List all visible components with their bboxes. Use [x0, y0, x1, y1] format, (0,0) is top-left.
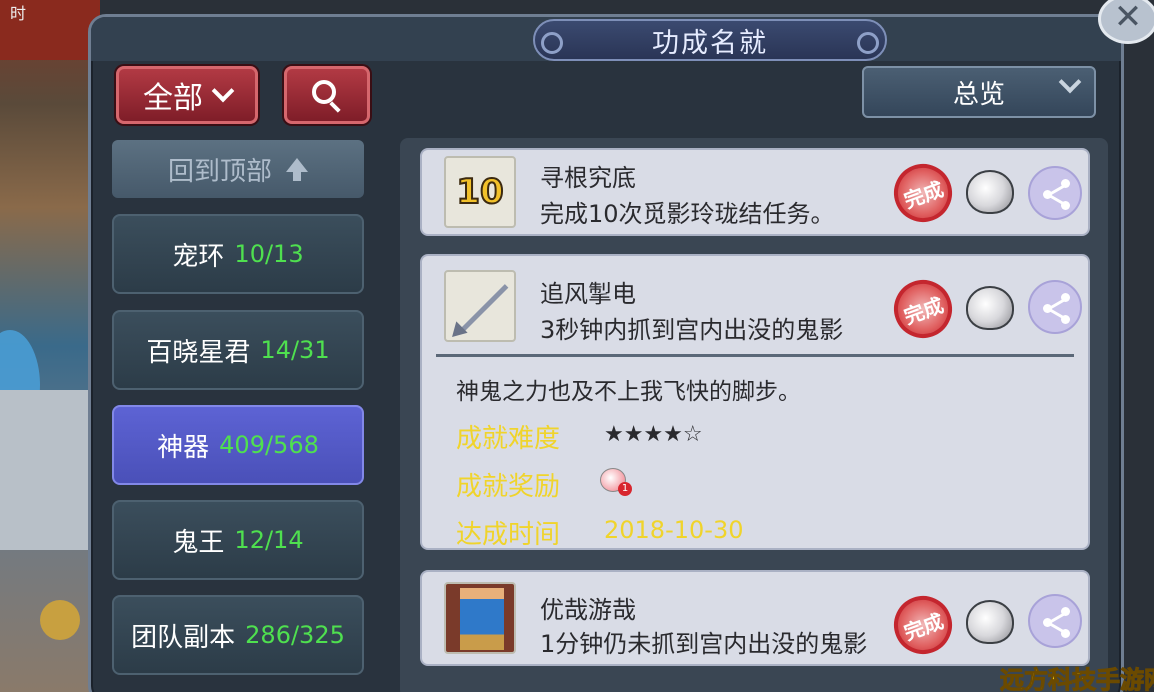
completed-seal-icon: 完成 [885, 155, 961, 231]
difficulty-stars: ★★★★☆ [604, 422, 703, 447]
achievement-name: 优哉游哉 [540, 596, 636, 624]
site-watermark: 远方科技手游网 [1000, 666, 1154, 692]
back-to-top-label: 回到顶部 [167, 156, 272, 187]
stone-tower [0, 390, 90, 550]
share-button[interactable] [1028, 280, 1082, 334]
back-to-top-button[interactable]: 回到顶部 [112, 140, 364, 198]
filter-label: 全部 [143, 81, 203, 116]
peach-reward-icon [966, 170, 1014, 214]
achievement-name: 寻根究底 [540, 164, 636, 192]
arrow-up-icon [286, 158, 308, 181]
achievement-card[interactable]: 10 寻根究底 完成10次觅影玲珑结任务。 完成 [420, 148, 1090, 236]
category-name: 宠环 [172, 241, 225, 272]
peach-reward-icon [966, 286, 1014, 330]
divider [436, 354, 1074, 357]
category-name: 团队副本 [131, 622, 236, 653]
category-name: 鬼王 [172, 527, 225, 558]
achievement-name: 追风掣电 [540, 280, 636, 308]
category-name: 百晓星君 [146, 337, 251, 368]
category-count: 14/31 [260, 336, 330, 364]
completed-seal-icon: 完成 [885, 587, 961, 663]
category-count: 10/13 [234, 240, 304, 268]
overview-label: 总览 [952, 79, 1005, 110]
category-tab-ghost-king[interactable]: 鬼王 12/14 [112, 500, 364, 580]
search-icon [312, 80, 342, 113]
ten-icon: 10 [444, 156, 516, 228]
completed-seal-icon: 完成 [885, 271, 961, 347]
reward-label: 成就奖励 [456, 472, 561, 502]
panel-title: 功成名就 [652, 27, 768, 59]
achieved-date: 2018-10-30 [604, 516, 744, 544]
game-screen: 时 功成名就 ✕ 全部 总览 回到顶部 宠环 10/13 百晓星君 14/31 [0, 0, 1154, 692]
world-text: 时 [10, 4, 27, 23]
arrow-icon [444, 270, 516, 342]
share-button[interactable] [1028, 594, 1082, 648]
gold-ornament [40, 600, 80, 640]
date-label: 达成时间 [456, 520, 561, 550]
category-tab-baixiao[interactable]: 百晓星君 14/31 [112, 310, 364, 390]
category-filter-dropdown[interactable]: 全部 [116, 66, 258, 124]
share-button[interactable] [1028, 166, 1082, 220]
legs-icon [444, 582, 516, 654]
category-tab-team-dungeon[interactable]: 团队副本 286/325 [112, 595, 364, 675]
category-count: 12/14 [234, 526, 304, 554]
difficulty-label: 成就难度 [456, 424, 561, 454]
overview-dropdown[interactable]: 总览 [862, 66, 1096, 118]
category-count: 286/325 [245, 621, 345, 649]
reward-count-badge: 1 [618, 482, 632, 496]
achievement-desc: 3秒钟内抓到宫内出没的鬼影 [540, 316, 844, 344]
peach-reward-icon [966, 600, 1014, 644]
game-world-background: 时 [0, 0, 100, 692]
close-icon: ✕ [1113, 0, 1143, 37]
category-count: 409/568 [219, 431, 319, 459]
category-tab-artifact[interactable]: 神器 409/568 [112, 405, 364, 485]
title-plate: 功成名就 [533, 19, 887, 61]
category-name: 神器 [157, 432, 210, 463]
achievement-desc: 1分钟仍未抓到宫内出没的鬼影 [540, 630, 868, 658]
achievement-card[interactable]: 优哉游哉 1分钟仍未抓到宫内出没的鬼影 完成 [420, 570, 1090, 666]
search-button[interactable] [284, 66, 370, 124]
achievement-card-expanded[interactable]: 追风掣电 3秒钟内抓到宫内出没的鬼影 完成 神鬼之力也及不上我飞快的脚步。 成就… [420, 254, 1090, 550]
achievement-desc: 完成10次觅影玲珑结任务。 [540, 200, 835, 228]
category-tab-pet-ring[interactable]: 宠环 10/13 [112, 214, 364, 294]
flavor-text: 神鬼之力也及不上我飞快的脚步。 [456, 379, 801, 405]
chevron-down-icon [211, 79, 235, 103]
chevron-down-icon [1058, 70, 1082, 94]
